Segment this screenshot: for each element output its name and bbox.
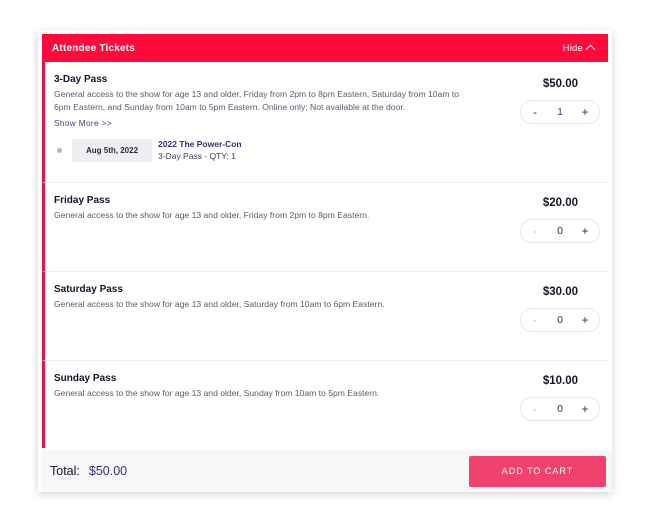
event-date: Aug 5th, 2022 bbox=[72, 138, 153, 162]
increment-button[interactable]: + bbox=[580, 224, 590, 238]
hide-label: Hide bbox=[562, 42, 583, 54]
ticket-price: $50.00 bbox=[542, 78, 578, 90]
increment-button[interactable]: + bbox=[580, 105, 590, 119]
chevron-up-icon bbox=[585, 44, 596, 55]
quantity-stepper: - 0 + bbox=[520, 308, 600, 332]
ticket-list: 3-Day Pass General access to the show fo… bbox=[42, 62, 608, 448]
increment-button[interactable]: + bbox=[580, 402, 590, 416]
event-row: Aug 5th, 2022 2022 The Power-Con 3-Day P… bbox=[54, 138, 608, 162]
quantity-stepper: - 0 + bbox=[520, 397, 600, 421]
ticket-description: General access to the show for age 13 an… bbox=[54, 388, 380, 398]
hide-button[interactable]: Hide bbox=[562, 42, 596, 55]
quantity-value[interactable]: 0 bbox=[557, 314, 563, 326]
increment-button[interactable]: + bbox=[580, 313, 590, 327]
total-display: Total: $50.00 bbox=[50, 464, 127, 478]
decrement-button[interactable]: - bbox=[530, 402, 540, 416]
ticket-name: Friday Pass bbox=[54, 195, 111, 206]
ticket-item-sunday-pass: Sunday Pass General access to the show f… bbox=[42, 361, 608, 448]
ticket-item-saturday-pass: Saturday Pass General access to the show… bbox=[42, 272, 608, 361]
event-title: 2022 The Power-Con bbox=[158, 139, 242, 149]
quantity-stepper: - 0 + bbox=[520, 219, 600, 243]
ticket-name: 3-Day Pass bbox=[54, 74, 108, 85]
ticket-price: $10.00 bbox=[542, 375, 578, 387]
cart-footer: Total: $50.00 ADD TO CART bbox=[42, 450, 612, 492]
event-info: 2022 The Power-Con 3-Day Pass - QTY: 1 bbox=[158, 138, 242, 162]
decrement-button[interactable]: - bbox=[530, 105, 540, 119]
tickets-header: Attendee Tickets Hide bbox=[42, 34, 608, 62]
ticket-description: General access to the show for age 13 an… bbox=[54, 210, 370, 220]
quantity-stepper: - 1 + bbox=[520, 100, 600, 124]
bullet-icon bbox=[57, 147, 62, 153]
ticket-name: Sunday Pass bbox=[54, 373, 117, 384]
ticket-widget: Attendee Tickets Hide 3-Day Pass General… bbox=[38, 30, 612, 492]
ticket-price: $20.00 bbox=[542, 197, 578, 209]
quantity-value[interactable]: 0 bbox=[557, 225, 563, 237]
quantity-value[interactable]: 1 bbox=[557, 106, 563, 118]
ticket-item-friday-pass: Friday Pass General access to the show f… bbox=[42, 183, 608, 272]
event-subtitle: 3-Day Pass - QTY: 1 bbox=[158, 151, 236, 161]
decrement-button[interactable]: - bbox=[530, 313, 540, 327]
decrement-button[interactable]: - bbox=[530, 224, 540, 238]
add-to-cart-button[interactable]: ADD TO CART bbox=[469, 455, 606, 487]
ticket-description: General access to the show for age 13 an… bbox=[54, 89, 460, 112]
quantity-value[interactable]: 0 bbox=[557, 403, 563, 415]
tickets-header-title: Attendee Tickets bbox=[52, 42, 136, 54]
ticket-item-3-day-pass: 3-Day Pass General access to the show fo… bbox=[42, 62, 608, 183]
total-value: $50.00 bbox=[88, 464, 128, 478]
ticket-name: Saturday Pass bbox=[54, 284, 123, 295]
ticket-description: General access to the show for age 13 an… bbox=[54, 299, 385, 309]
total-label: Total: bbox=[50, 464, 80, 478]
ticket-price: $30.00 bbox=[542, 286, 578, 298]
